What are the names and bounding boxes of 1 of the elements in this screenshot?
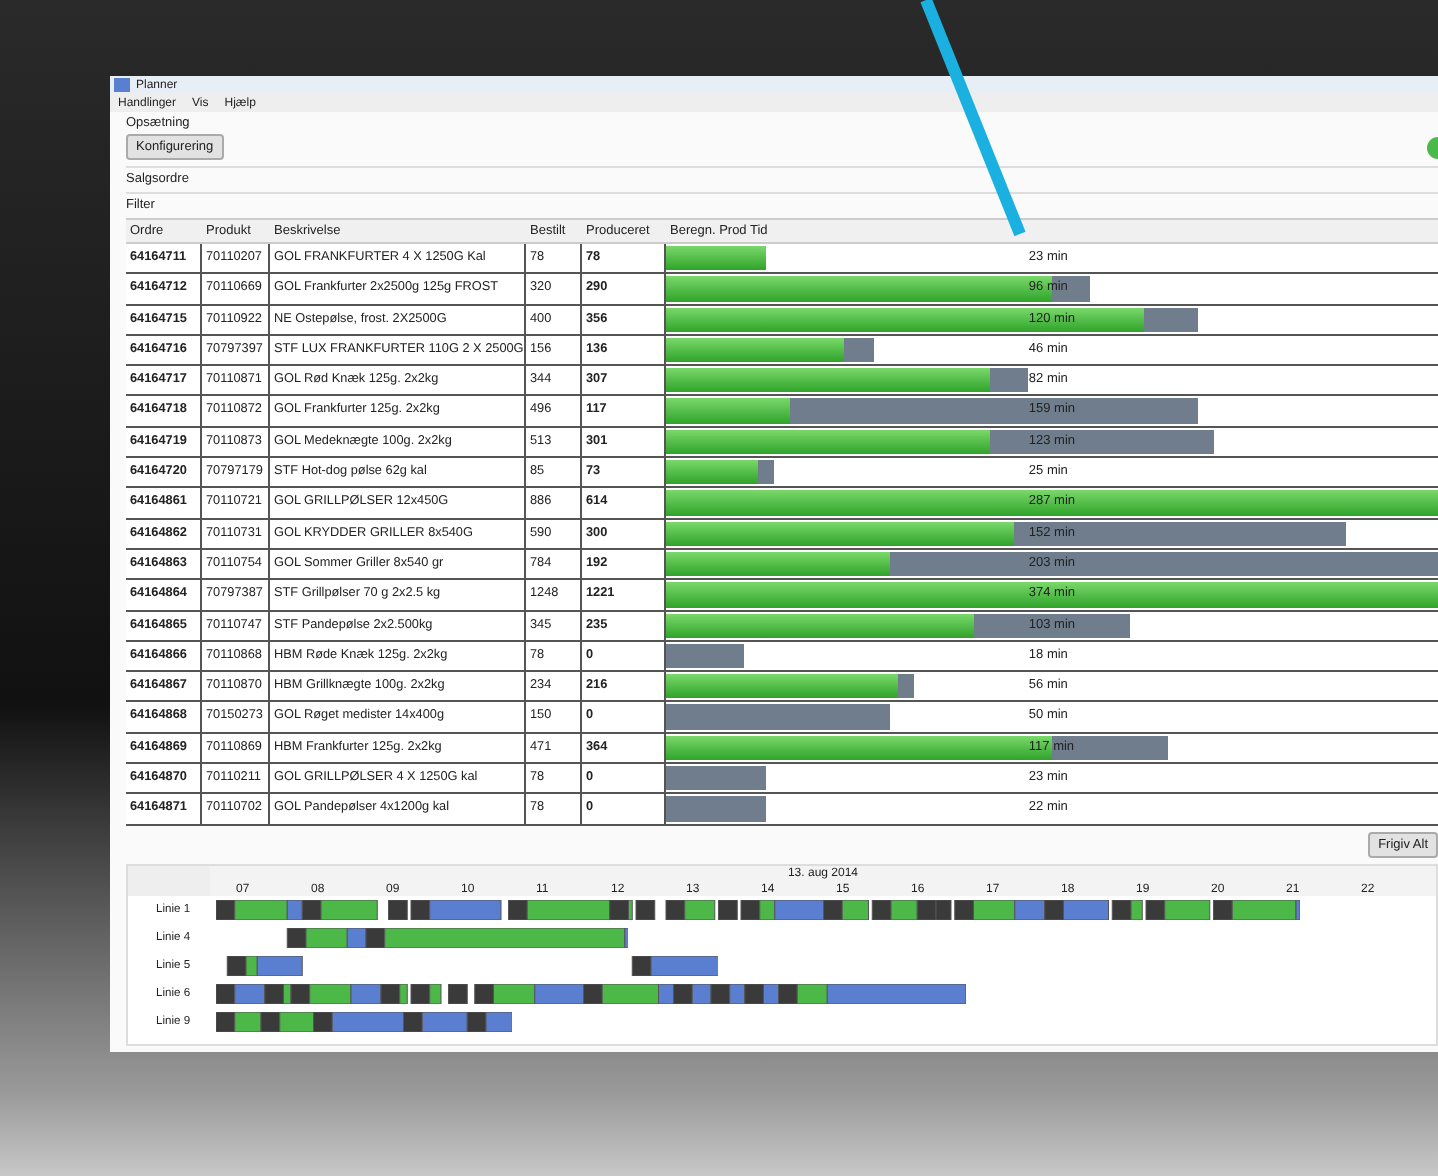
app-icon — [114, 78, 130, 92]
